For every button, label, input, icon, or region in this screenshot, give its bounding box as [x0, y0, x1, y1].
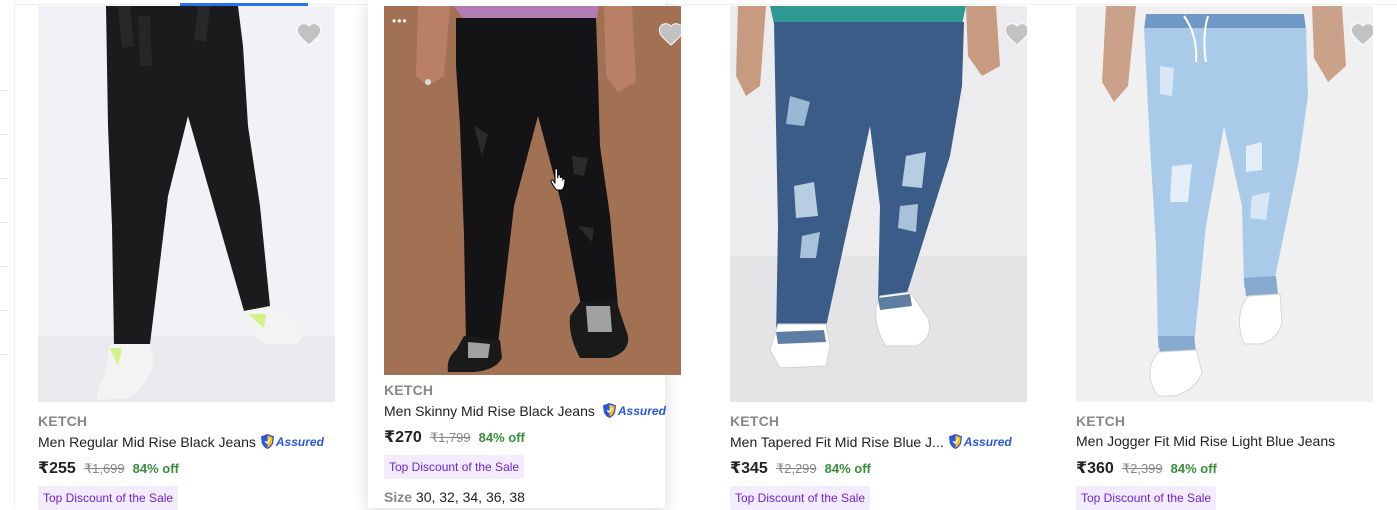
price-row: ₹360 ₹2,399 84% off	[1076, 458, 1217, 478]
size-values[interactable]: 30, 32, 34, 36, 38	[416, 489, 525, 505]
product-brand: KETCH	[730, 413, 780, 429]
selling-price: ₹270	[384, 429, 422, 446]
image-carousel-dots[interactable]: •••	[392, 15, 408, 27]
assured-label: Assured	[617, 403, 666, 418]
product-image[interactable]	[1076, 6, 1373, 402]
assured-label: Assured	[963, 434, 1012, 449]
sale-tag: Top Discount of the Sale	[1076, 486, 1217, 510]
size-options[interactable]: Size 30, 32, 34, 36, 38	[384, 489, 525, 505]
sale-tag: Top Discount of the Sale	[384, 455, 525, 479]
product-title-row[interactable]: Men Jogger Fit Mid Rise Light Blue Jeans	[1076, 433, 1335, 449]
heart-icon[interactable]	[1349, 20, 1373, 46]
hand-pointer-cursor-icon	[550, 168, 566, 191]
discount-percent: 84% off	[824, 461, 871, 476]
selling-price: ₹255	[38, 460, 76, 477]
product-image[interactable]	[730, 6, 1027, 402]
product-image[interactable]: •••	[384, 6, 681, 375]
assured-label: Assured	[275, 434, 324, 449]
shield-icon	[260, 433, 275, 450]
product-title[interactable]: Men Regular Mid Rise Black Jeans	[38, 434, 256, 450]
sale-tag: Top Discount of the Sale	[38, 486, 179, 510]
product-card[interactable]: ••• KETCH Men Skinny Mid Rise Black Jean…	[368, 0, 681, 508]
shield-icon	[948, 433, 963, 450]
product-title[interactable]: Men Jogger Fit Mid Rise Light Blue Jeans	[1076, 433, 1335, 449]
price-row: ₹270 ₹1,799 84% off	[384, 427, 525, 447]
product-title[interactable]: Men Skinny Mid Rise Black Jeans	[384, 403, 595, 419]
product-brand: KETCH	[384, 382, 434, 398]
size-label: Size	[384, 489, 413, 505]
discount-percent: 84% off	[132, 461, 179, 476]
selling-price: ₹345	[730, 460, 768, 477]
product-image[interactable]	[38, 6, 335, 402]
assured-badge: Assured	[260, 433, 324, 450]
price-row: ₹345 ₹2,299 84% off	[730, 458, 871, 478]
original-price: ₹1,799	[429, 430, 471, 445]
product-brand: KETCH	[38, 413, 88, 429]
sale-tag: Top Discount of the Sale	[730, 486, 871, 510]
assured-badge: Assured	[602, 402, 666, 419]
original-price: ₹1,699	[83, 461, 125, 476]
heart-icon[interactable]	[1003, 20, 1027, 46]
product-card[interactable]: KETCH Men Jogger Fit Mid Rise Light Blue…	[1059, 0, 1373, 510]
heart-icon[interactable]	[657, 20, 681, 46]
product-card[interactable]: KETCH Men Regular Mid Rise Black Jeans A…	[21, 0, 335, 510]
product-title-row[interactable]: Men Skinny Mid Rise Black Jeans Assured	[384, 402, 666, 419]
product-title-row[interactable]: Men Regular Mid Rise Black Jeans Assured	[38, 433, 324, 450]
filter-sidebar-edge	[0, 0, 15, 508]
product-brand: KETCH	[1076, 413, 1126, 429]
product-title-row[interactable]: Men Tapered Fit Mid Rise Blue J... Assur…	[730, 433, 1012, 450]
discount-percent: 84% off	[478, 430, 525, 445]
shield-icon	[602, 402, 617, 419]
discount-percent: 84% off	[1170, 461, 1217, 476]
assured-badge: Assured	[948, 433, 1012, 450]
product-title[interactable]: Men Tapered Fit Mid Rise Blue J...	[730, 434, 944, 450]
heart-icon[interactable]	[295, 20, 323, 46]
price-row: ₹255 ₹1,699 84% off	[38, 458, 179, 478]
original-price: ₹2,299	[775, 461, 817, 476]
product-card[interactable]: KETCH Men Tapered Fit Mid Rise Blue J...…	[713, 0, 1027, 510]
original-price: ₹2,399	[1121, 461, 1163, 476]
selling-price: ₹360	[1076, 460, 1114, 477]
